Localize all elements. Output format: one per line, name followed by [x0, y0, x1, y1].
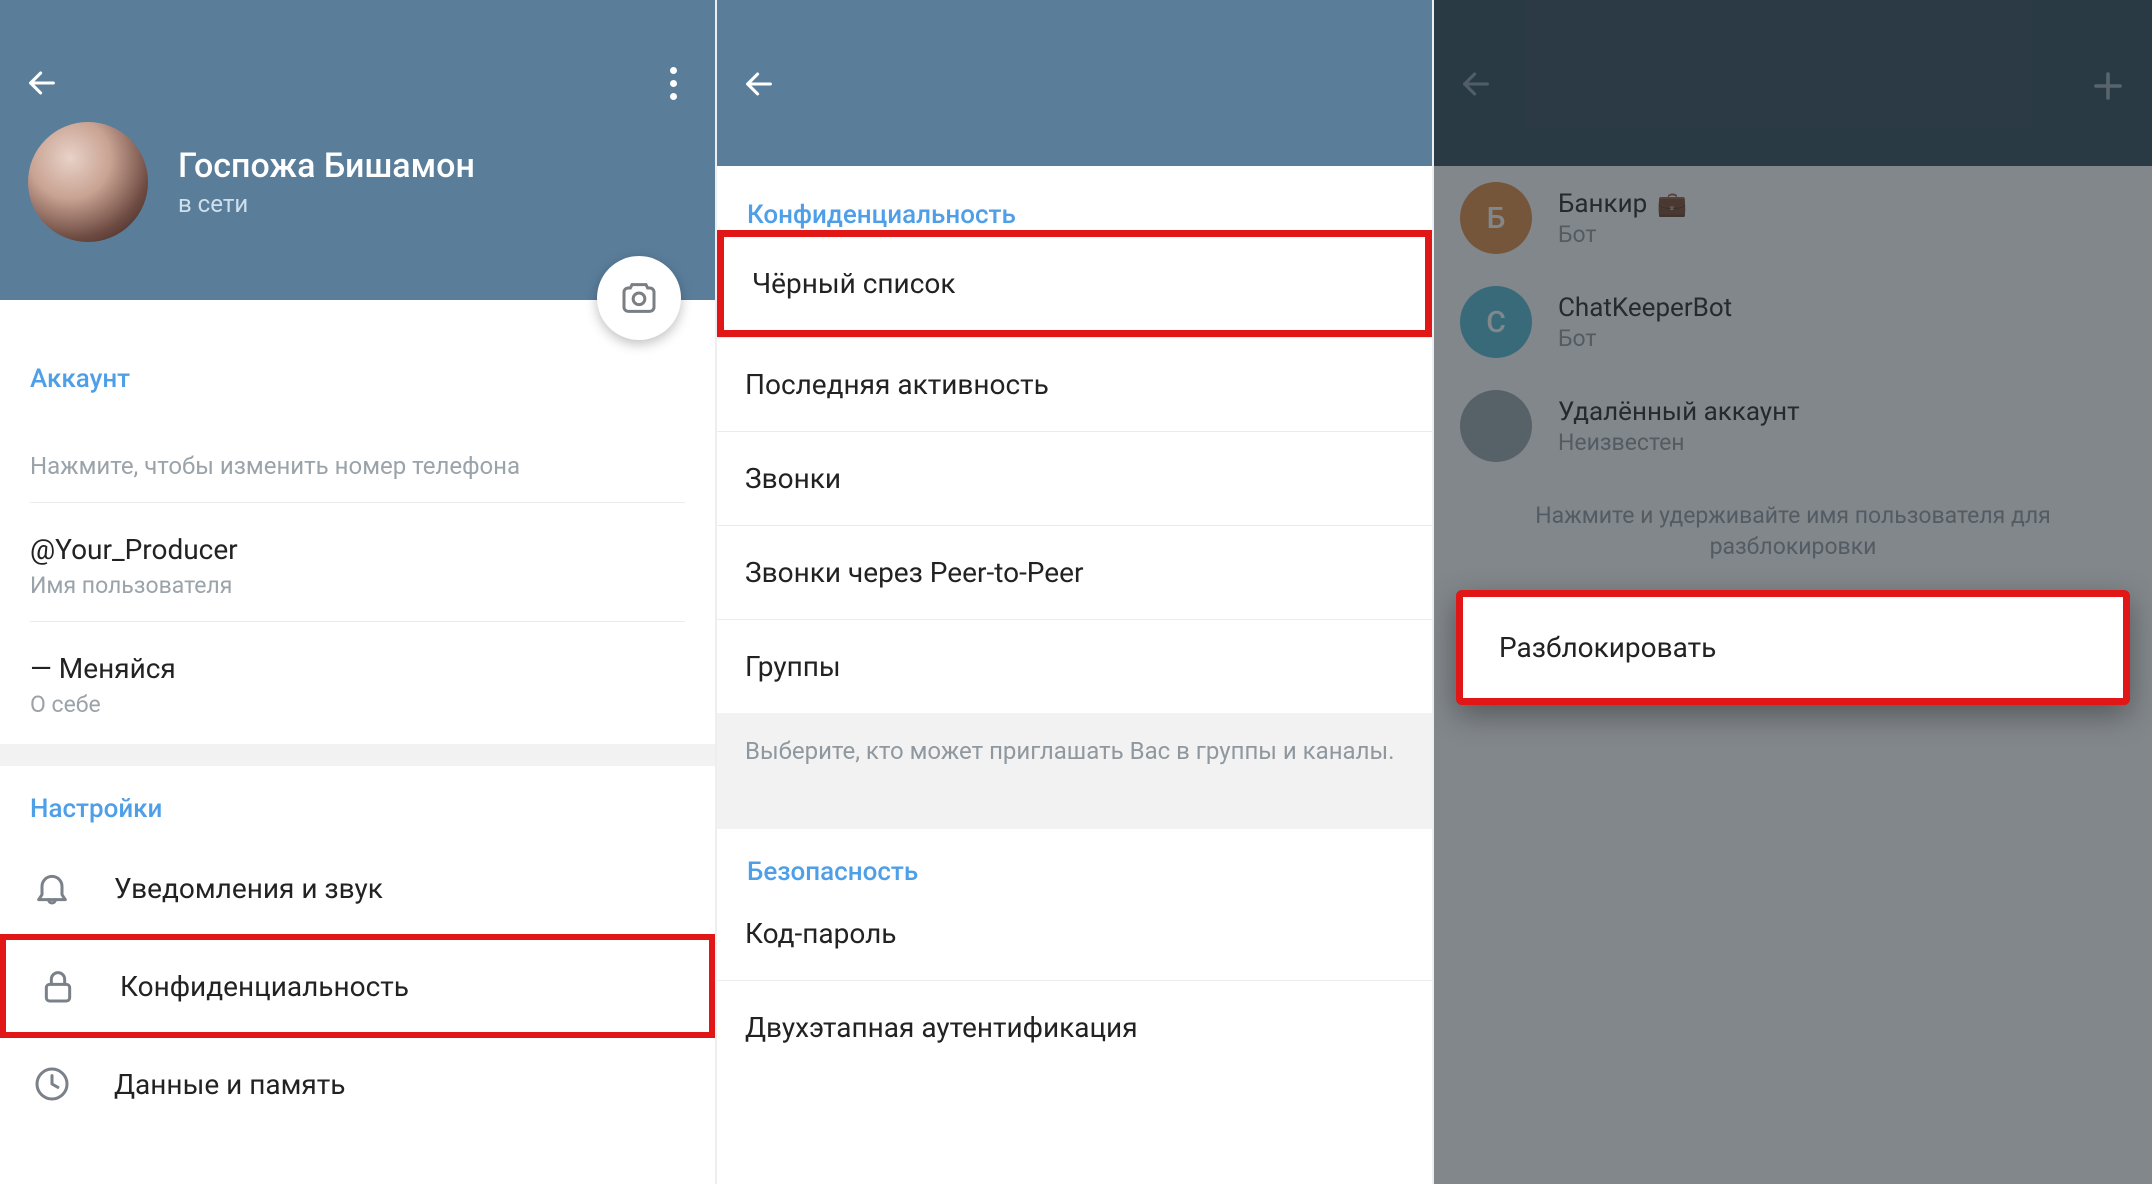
privacy-settings-screen: Конфиденциальность Чёрный список Последн… — [717, 0, 1434, 1184]
more-menu-button[interactable] — [655, 65, 691, 101]
settings-menu: Уведомления и звук Конфиденциальность Да… — [0, 842, 715, 1130]
profile-info: Госпожа Бишамон в сети — [0, 122, 715, 242]
contact-name: ChatKeeperBot — [1558, 293, 1732, 323]
header-toolbar — [717, 0, 1432, 166]
add-blocked-button[interactable] — [2088, 66, 2128, 106]
settings-profile-screen: Госпожа Бишамон в сети Аккаунт Нажмите, … — [0, 0, 717, 1184]
privacy-blocklist[interactable]: Чёрный список — [717, 230, 1432, 337]
section-gap — [0, 744, 715, 766]
clock-icon — [30, 1062, 74, 1106]
menu-label: Данные и память — [114, 1068, 345, 1101]
back-button[interactable] — [24, 65, 60, 101]
privacy-groups[interactable]: Группы — [717, 620, 1432, 713]
phone-hint[interactable]: Нажмите, чтобы изменить номер телефона — [30, 452, 685, 480]
list-item[interactable]: Удалённый аккаунт Неизвестен — [1434, 374, 2152, 478]
menu-notifications[interactable]: Уведомления и звук — [0, 842, 715, 934]
contact-sub: Бот — [1558, 325, 1732, 352]
settings-section-title: Настройки — [0, 794, 715, 824]
bell-icon — [30, 866, 74, 910]
avatar[interactable] — [28, 122, 148, 242]
header-toolbar — [1434, 0, 2152, 166]
contact-sub: Бот — [1558, 221, 1687, 248]
context-menu: Разблокировать — [1456, 590, 2130, 705]
security-passcode[interactable]: Код-пароль — [717, 887, 1432, 980]
privacy-last-seen[interactable]: Последняя активность — [717, 338, 1432, 431]
change-photo-button[interactable] — [597, 256, 681, 340]
dot-icon — [670, 80, 677, 87]
username-value[interactable]: @Your_Producer — [30, 533, 685, 566]
list-item[interactable]: Б Банкир 💼 Бот — [1434, 166, 2152, 270]
username-sub: Имя пользователя — [30, 572, 685, 599]
unblock-action[interactable]: Разблокировать — [1463, 597, 2123, 698]
arrow-left-icon — [742, 67, 776, 101]
menu-data-storage[interactable]: Данные и память — [0, 1038, 715, 1130]
security-section-title: Безопасность — [717, 829, 1432, 887]
dot-icon — [670, 67, 677, 74]
briefcase-icon: 💼 — [1657, 190, 1687, 218]
bio-sub: О себе — [30, 691, 685, 718]
header-toolbar — [0, 44, 715, 122]
profile-header: Госпожа Бишамон в сети — [0, 0, 715, 300]
dot-icon — [670, 93, 677, 100]
bio-value[interactable]: — Меняйся — [30, 652, 685, 685]
contact-name: Удалённый аккаунт — [1558, 397, 1800, 427]
profile-name: Госпожа Бишамон — [178, 146, 475, 186]
list-item[interactable]: С ChatKeeperBot Бот — [1434, 270, 2152, 374]
menu-privacy[interactable]: Конфиденциальность — [0, 934, 715, 1038]
plus-icon — [2090, 68, 2126, 104]
security-two-step[interactable]: Двухэтапная аутентификация — [717, 981, 1432, 1074]
account-section-title: Аккаунт — [0, 364, 715, 394]
account-block: Нажмите, чтобы изменить номер телефона @… — [0, 394, 715, 718]
menu-label: Конфиденциальность — [120, 970, 409, 1003]
profile-status: в сети — [178, 190, 475, 218]
lock-icon — [36, 964, 80, 1008]
avatar — [1460, 390, 1532, 462]
privacy-calls[interactable]: Звонки — [717, 432, 1432, 525]
back-button[interactable] — [1458, 66, 1494, 102]
back-button[interactable] — [741, 66, 777, 102]
blocklist-screen: Б Банкир 💼 Бот С ChatKeeperBot Бот Удалё… — [1434, 0, 2152, 1184]
avatar: С — [1460, 286, 1532, 358]
hold-hint: Нажмите и удерживайте имя пользователя д… — [1434, 478, 2152, 572]
avatar: Б — [1460, 182, 1532, 254]
contact-sub: Неизвестен — [1558, 429, 1800, 456]
contact-name: Банкир 💼 — [1558, 189, 1687, 219]
arrow-left-icon — [25, 66, 59, 100]
menu-label: Уведомления и звук — [114, 872, 383, 905]
groups-hint: Выберите, кто может приглашать Вас в гру… — [717, 713, 1432, 829]
privacy-section-title: Конфиденциальность — [717, 166, 1432, 230]
arrow-left-icon — [1459, 67, 1493, 101]
camera-icon — [619, 278, 659, 318]
privacy-p2p-calls[interactable]: Звонки через Peer-to-Peer — [717, 526, 1432, 619]
blocked-contacts-list: Б Банкир 💼 Бот С ChatKeeperBot Бот Удалё… — [1434, 166, 2152, 572]
